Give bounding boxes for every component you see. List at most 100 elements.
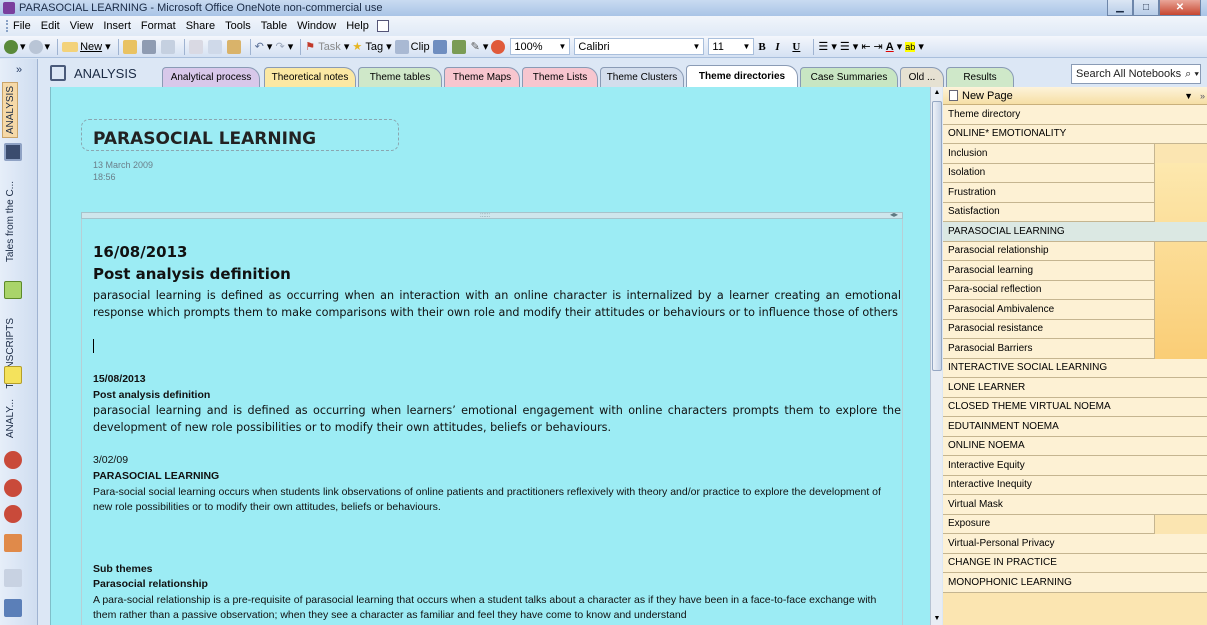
page-tab[interactable]: EDUTAINMENT NOEMA (943, 417, 1207, 437)
menu-edit[interactable]: Edit (41, 20, 60, 32)
table-button[interactable] (432, 38, 449, 56)
pen-button[interactable]: ✎ ▾ (471, 38, 489, 56)
page-tab[interactable]: MONOPHONIC LEARNING (943, 573, 1207, 593)
close-button[interactable]: ✕ (1159, 0, 1201, 16)
page-tab[interactable]: INTERACTIVE SOCIAL LEARNING (943, 358, 1207, 378)
note-container-handle[interactable]: :::::: ◂▸ (81, 210, 903, 219)
search-icon[interactable]: ⌕ ▾ (1185, 68, 1199, 81)
print-preview-button[interactable] (160, 38, 177, 56)
entry-date[interactable]: 15/08/2013 (93, 373, 146, 385)
chevron-down-icon[interactable]: ▼ (1184, 91, 1193, 101)
page-tab[interactable]: ONLINE NOEMA (943, 436, 1207, 456)
back-button[interactable]: ▾ (4, 38, 26, 56)
menu-insert[interactable]: Insert (103, 20, 131, 32)
eraser-button[interactable] (491, 38, 507, 56)
page-tab[interactable]: Virtual Mask (943, 495, 1207, 515)
highlight-button[interactable]: ab ▾ (905, 38, 924, 56)
page-tab[interactable]: Frustration (943, 183, 1155, 203)
font-dropdown[interactable]: Calibri ▼ (574, 38, 705, 55)
tab-theoretical-notes[interactable]: Theoretical notes (264, 67, 356, 87)
page-tab[interactable]: Theme directory (943, 105, 1207, 125)
page-tab[interactable]: Virtual-Personal Privacy (943, 534, 1207, 554)
notebook-tab-analy[interactable]: ANALY... (2, 389, 18, 449)
entry-date[interactable]: 3/02/09 (93, 454, 128, 466)
tab-theme-tables[interactable]: Theme tables (358, 67, 442, 87)
font-size-dropdown[interactable]: 11 ▼ (708, 38, 755, 55)
page-tab[interactable]: Satisfaction (943, 202, 1155, 222)
tab-theme-directories[interactable]: Theme directories (686, 65, 798, 87)
entry-heading[interactable]: Post analysis definition (93, 389, 210, 401)
page-tab[interactable]: LONE LEARNER (943, 378, 1207, 398)
underline-button[interactable]: U (792, 38, 806, 56)
page-tab[interactable]: Parasocial learning (943, 261, 1155, 281)
subthemes-heading[interactable]: Sub themes (93, 563, 153, 575)
page-tab[interactable]: Parasocial Barriers (943, 339, 1155, 359)
minimize-button[interactable]: ▁ (1107, 0, 1133, 16)
menu-tools[interactable]: Tools (225, 20, 251, 32)
entry-heading[interactable]: PARASOCIAL LEARNING (93, 470, 219, 482)
open-button[interactable] (122, 38, 139, 56)
task-button[interactable]: ⚑ Task ▾ (305, 38, 349, 56)
page-tab[interactable]: Parasocial Ambivalence (943, 300, 1155, 320)
notebook-tab-analysis[interactable]: ANALYSIS (2, 82, 18, 138)
page-tab[interactable]: Interactive Inequity (943, 475, 1207, 495)
page-tab[interactable]: PARASOCIAL LEARNING (943, 222, 1207, 242)
tab-analytical-process[interactable]: Analytical process (162, 67, 260, 87)
notebook-tab-tales[interactable]: Tales from the C... (2, 167, 18, 277)
page-tab[interactable]: Inclusion (943, 144, 1155, 164)
decrease-indent-button[interactable]: ⇤ (861, 38, 870, 56)
font-color-button[interactable]: A ▾ (886, 38, 903, 56)
notebook-icon[interactable] (4, 534, 22, 552)
entry-paragraph[interactable]: Para-social social learning occurs when … (93, 485, 901, 515)
page-tab[interactable]: Parasocial relationship (943, 241, 1155, 261)
notebook-icon[interactable] (4, 451, 22, 469)
subtheme-paragraph[interactable]: A para-social relationship is a pre-requ… (93, 593, 901, 623)
redo-button[interactable]: ↷ ▾ (275, 38, 293, 56)
help-search-icon[interactable] (4, 599, 22, 617)
menu-format[interactable]: Format (141, 20, 176, 32)
page-tab[interactable]: Exposure (943, 514, 1155, 534)
tag-button[interactable]: ★ Tag ▾ (352, 38, 391, 56)
notebook-tab-transcripts[interactable]: TRANSCRIPTS (2, 303, 18, 403)
tab-results[interactable]: Results (946, 67, 1014, 87)
tab-theme-lists[interactable]: Theme Lists (522, 67, 598, 87)
menu-grip[interactable] (6, 20, 9, 32)
page-tab[interactable]: CHANGE IN PRACTICE (943, 553, 1207, 573)
page-tab[interactable]: ONLINE* EMOTIONALITY (943, 124, 1207, 144)
scroll-down-icon[interactable]: ▼ (931, 613, 943, 625)
menu-file[interactable]: File (13, 20, 31, 32)
page-tab[interactable]: Parasocial resistance (943, 319, 1155, 339)
clip-button[interactable]: Clip (394, 38, 430, 56)
page-canvas[interactable]: PARASOCIAL LEARNING 13 March 2009 18:56 … (50, 87, 930, 625)
zoom-dropdown[interactable]: 100% ▼ (510, 38, 571, 55)
page-tab[interactable]: Para-social reflection (943, 280, 1155, 300)
page-tab[interactable]: Isolation (943, 163, 1155, 183)
tab-old[interactable]: Old ... (900, 67, 944, 87)
cut-button[interactable] (188, 38, 205, 56)
italic-button[interactable]: I (775, 38, 789, 56)
copy-button[interactable] (207, 38, 224, 56)
collapse-navigation-button[interactable]: » (0, 59, 38, 81)
subtheme-heading[interactable]: Parasocial relationship (93, 578, 208, 590)
page-scrollbar[interactable]: ▲ ▼ (930, 87, 942, 625)
numbering-button[interactable]: ☰ ▾ (840, 38, 858, 56)
tab-theme-clusters[interactable]: Theme Clusters (600, 67, 684, 87)
tab-case-summaries[interactable]: Case Summaries (800, 67, 898, 87)
maximize-button[interactable]: □ (1133, 0, 1159, 16)
print-button[interactable] (141, 38, 158, 56)
notebook-icon[interactable] (4, 505, 22, 523)
new-button[interactable]: New ▾ (62, 38, 111, 56)
notebook-icon[interactable] (4, 569, 22, 587)
entry-paragraph[interactable]: parasocial learning and is defined as oc… (93, 402, 901, 436)
new-page-button[interactable]: New Page ▼ » (943, 87, 1207, 105)
bold-button[interactable]: B (758, 38, 772, 56)
menu-table[interactable]: Table (261, 20, 287, 32)
research-button[interactable] (451, 38, 468, 56)
page-title[interactable]: PARASOCIAL LEARNING (93, 129, 316, 149)
paste-button[interactable] (226, 38, 243, 56)
scroll-thumb[interactable] (932, 101, 942, 371)
resize-handle-icon[interactable]: ◂▸ (890, 210, 898, 219)
menu-help[interactable]: Help (346, 20, 369, 32)
expand-icon[interactable]: » (1200, 91, 1205, 101)
page-tab[interactable]: CLOSED THEME VIRTUAL NOEMA (943, 397, 1207, 417)
